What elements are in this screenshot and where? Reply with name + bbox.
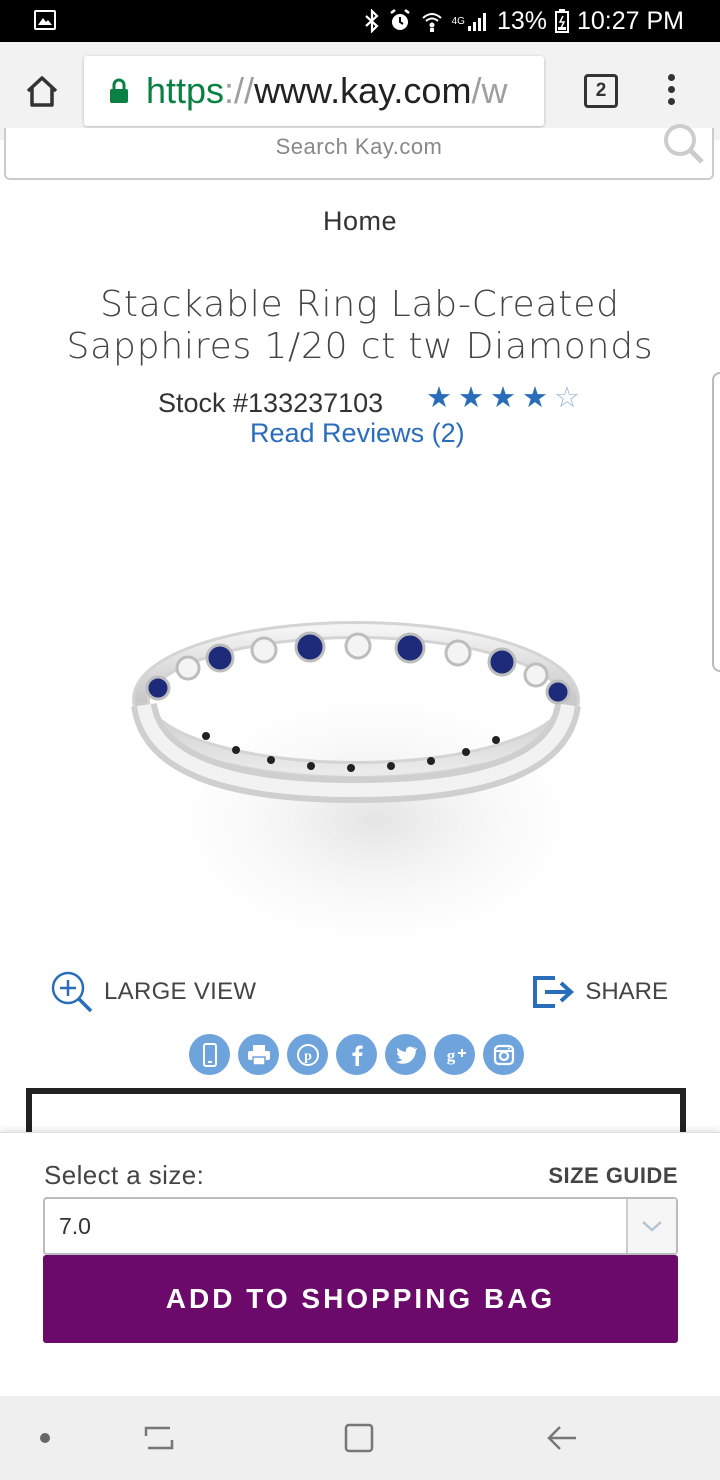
gallery-notification-icon xyxy=(34,10,56,30)
scroll-indicator[interactable] xyxy=(712,372,720,672)
star-filled-icon: ★ xyxy=(490,382,516,414)
star-filled-icon: ★ xyxy=(426,382,452,414)
status-bar: 4G 13% 10:27 PM xyxy=(0,0,720,42)
twitter-icon[interactable] xyxy=(385,1034,426,1075)
svg-text:p: p xyxy=(304,1049,312,1064)
recents-icon[interactable] xyxy=(142,1422,176,1454)
search-placeholder: Search Kay.com xyxy=(275,134,443,159)
search-input[interactable]: Search Kay.com xyxy=(4,124,714,180)
pinterest-icon[interactable]: p xyxy=(287,1034,328,1075)
network-type: 4G xyxy=(451,15,465,27)
menu-dot xyxy=(667,86,675,93)
share-button[interactable]: SHARE xyxy=(531,970,668,1014)
large-view-label: LARGE VIEW xyxy=(104,978,257,1005)
product-title: Stackable Ring Lab-Created Sapphires 1/2… xyxy=(66,284,654,367)
social-share-row: p g xyxy=(189,1034,524,1075)
url-separator: :// xyxy=(224,70,255,111)
star-filled-icon: ★ xyxy=(522,382,548,414)
status-icons: 4G 13% 10:27 PM xyxy=(364,6,684,36)
home-button[interactable] xyxy=(22,72,62,112)
purchase-panel: Select a size: SIZE GUIDE 7.0 ADD TO SHO… xyxy=(0,1132,720,1396)
home-nav-icon[interactable] xyxy=(342,1422,376,1454)
url-scheme: https xyxy=(146,70,225,111)
share-icon xyxy=(533,976,575,1008)
menu-dot xyxy=(667,98,675,105)
battery-percent: 13% xyxy=(496,6,547,35)
url-path: /w xyxy=(471,70,508,111)
url-text: https://www.kay.com/w xyxy=(146,70,507,112)
share-label: SHARE xyxy=(585,978,668,1005)
google-plus-icon[interactable]: g xyxy=(434,1034,475,1075)
overflow-menu-button[interactable] xyxy=(664,74,678,110)
zoom-in-icon xyxy=(51,971,93,1013)
lock-icon xyxy=(108,78,130,109)
chevron-down-icon[interactable] xyxy=(626,1199,676,1253)
large-view-button[interactable]: LARGE VIEW xyxy=(50,970,256,1014)
size-guide-link[interactable]: SIZE GUIDE xyxy=(548,1163,678,1189)
add-to-bag-button[interactable]: ADD TO SHOPPING BAG xyxy=(43,1255,678,1343)
product-image[interactable] xyxy=(96,500,616,970)
star-empty-icon: ☆ xyxy=(554,382,580,414)
print-icon[interactable] xyxy=(238,1034,279,1075)
system-nav-bar xyxy=(0,1396,720,1480)
menu-dot xyxy=(667,74,675,81)
back-icon[interactable] xyxy=(544,1422,580,1454)
battery-icon xyxy=(554,9,569,33)
facebook-icon[interactable] xyxy=(336,1034,377,1075)
browser-toolbar: https://www.kay.com/w 2 xyxy=(0,42,720,140)
mobile-icon[interactable] xyxy=(189,1034,230,1075)
tab-switcher-button[interactable]: 2 xyxy=(584,74,618,108)
address-bar[interactable]: https://www.kay.com/w xyxy=(84,56,544,126)
stock-number: Stock #133237103 xyxy=(158,388,384,418)
search-icon[interactable] xyxy=(660,122,708,166)
svg-text:g: g xyxy=(446,1046,455,1065)
url-host: www.kay.com xyxy=(254,70,472,111)
read-reviews-link[interactable]: Read Reviews (2) xyxy=(250,418,465,449)
star-filled-icon: ★ xyxy=(458,382,484,414)
ring-image xyxy=(131,621,616,970)
keyboard-dot-icon[interactable] xyxy=(40,1433,50,1443)
home-icon xyxy=(26,76,58,107)
alarm-icon xyxy=(388,9,412,33)
size-selected-value: 7.0 xyxy=(59,1213,91,1239)
rating-stars[interactable]: ★ ★ ★ ★ ☆ xyxy=(424,382,582,414)
breadcrumb-home[interactable]: Home xyxy=(0,206,720,237)
size-label: Select a size: xyxy=(44,1160,205,1190)
clock: 10:27 PM xyxy=(576,6,684,35)
instagram-icon[interactable] xyxy=(483,1034,524,1075)
wifi-calling-icon xyxy=(420,9,444,33)
size-select[interactable]: 7.0 xyxy=(43,1197,678,1255)
bluetooth-icon xyxy=(364,9,380,33)
signal-icon: 4G xyxy=(452,10,489,32)
